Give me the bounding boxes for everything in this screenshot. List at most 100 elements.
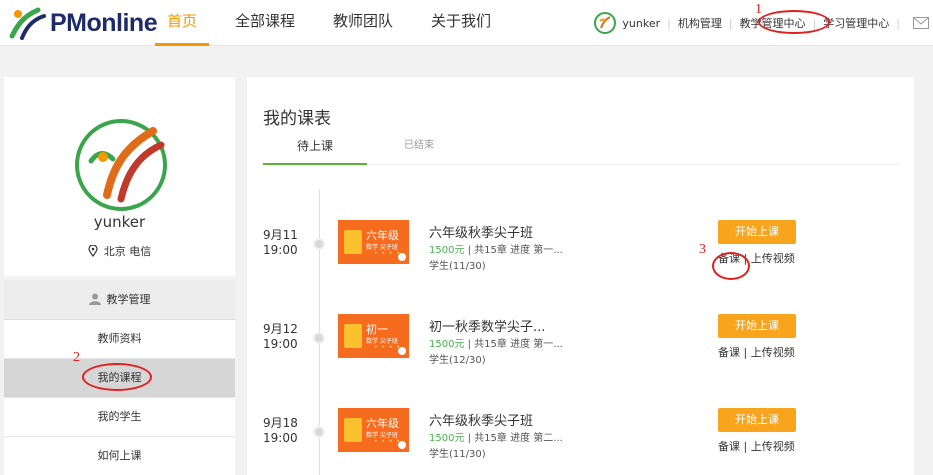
divider: |	[740, 440, 751, 453]
home-icon	[398, 347, 406, 355]
sidebar-item-teacher-profile[interactable]: 教师资料	[4, 320, 235, 359]
profile-avatar-logo[interactable]	[73, 117, 169, 213]
thumbnail-grade: 六年级	[366, 229, 399, 242]
timeline-dot	[313, 332, 325, 344]
divider: |	[896, 16, 900, 30]
nav-about[interactable]: 关于我们	[419, 0, 503, 46]
profile-location: 北京 电信	[4, 243, 235, 259]
sidebar-item-my-students[interactable]: 我的学生	[4, 398, 235, 437]
thumbnail-dots: • • • •	[374, 250, 401, 257]
prepare-lesson-link[interactable]: 备课	[718, 440, 740, 453]
nav-teachers[interactable]: 教师团队	[321, 0, 405, 46]
thumbnail-dots: • • • •	[374, 438, 401, 445]
start-class-button[interactable]: 开始上课	[718, 408, 796, 432]
top-header: PMonline 首页 全部课程 教师团队 关于我们 yunker | 机构管理…	[0, 0, 933, 46]
user-avatar-icon[interactable]	[594, 12, 617, 34]
course-row: 9月12 19:00 初一 数学 尖子班 • • • • 初一秋季数学尖子...…	[247, 314, 914, 374]
org-management-link[interactable]: 机构管理	[678, 15, 722, 31]
main-nav: 首页 全部课程 教师团队 关于我们	[155, 0, 517, 46]
divider: |	[728, 16, 733, 30]
annotation-number-3: 3	[699, 242, 706, 257]
start-class-button[interactable]: 开始上课	[718, 314, 796, 338]
upload-video-link[interactable]: 上传视频	[751, 346, 795, 359]
course-students: 学生(12/30)	[429, 355, 486, 366]
profile-location-text: 北京 电信	[103, 245, 152, 258]
thumbnail-grade: 初一	[366, 323, 388, 336]
course-date: 9月12	[263, 322, 298, 336]
tab-upcoming[interactable]: 待上课	[263, 132, 367, 165]
user-name[interactable]: yunker	[622, 17, 660, 30]
course-thumbnail[interactable]: 六年级 数学 尖子班 • • • •	[338, 408, 409, 452]
timeline-dot	[313, 426, 325, 438]
course-price: 1500元	[429, 339, 465, 350]
course-actions: 备课 | 上传视频	[718, 250, 795, 266]
course-thumbnail[interactable]: 初一 数学 尖子班 • • • •	[338, 314, 409, 358]
mail-icon[interactable]	[913, 17, 929, 29]
course-date: 9月11	[263, 228, 298, 242]
course-name[interactable]: 六年级秋季尖子班	[429, 222, 533, 241]
nav-home[interactable]: 首页	[155, 0, 210, 46]
book-icon	[344, 230, 362, 254]
teaching-center-link[interactable]: 教学管理中心	[740, 15, 806, 31]
learning-center-link[interactable]: 学习管理中心	[823, 15, 889, 31]
location-pin-icon	[88, 244, 98, 258]
profile-name: yunker	[93, 213, 146, 231]
sidebar-menu-header: 教学管理	[4, 280, 235, 320]
course-datetime: 9月11 19:00	[263, 228, 298, 258]
upload-video-link[interactable]: 上传视频	[751, 252, 795, 265]
course-datetime: 9月12 19:00	[263, 322, 298, 352]
course-progress: | 共15章 进度 第一...	[464, 339, 563, 350]
schedule-panel: 我的课表 待上课 已结束 9月11 19:00 六年级 数学 尖子班 • • •…	[247, 77, 914, 475]
sidebar-item-my-courses[interactable]: 我的课程	[4, 359, 235, 398]
logo-text: PMonline	[50, 8, 158, 37]
start-class-button[interactable]: 开始上课	[718, 220, 796, 244]
course-meta: 1500元 | 共15章 进度 第一...	[429, 241, 563, 256]
timeline-dot	[313, 238, 325, 250]
prepare-lesson-link[interactable]: 备课	[718, 252, 740, 265]
thumbnail-grade: 六年级	[366, 417, 399, 430]
course-time: 19:00	[263, 243, 298, 257]
divider: |	[740, 252, 751, 265]
course-time: 19:00	[263, 431, 298, 445]
home-icon	[398, 253, 406, 261]
course-datetime: 9月18 19:00	[263, 416, 298, 446]
course-time: 19:00	[263, 337, 298, 351]
sidebar-menu: 教学管理 教师资料 我的课程 我的学生 如何上课	[4, 280, 235, 475]
course-meta: 1500元 | 共15章 进度 第二...	[429, 429, 563, 444]
divider: |	[812, 16, 817, 30]
user-icon	[88, 293, 101, 305]
course-name[interactable]: 六年级秋季尖子班	[429, 410, 533, 429]
course-actions: 备课 | 上传视频	[718, 438, 795, 454]
course-row: 9月18 19:00 六年级 数学 尖子班 • • • • 六年级秋季尖子班 1…	[247, 408, 914, 468]
course-progress: | 共15章 进度 第二...	[464, 433, 563, 444]
user-area: yunker | 机构管理 | 教学管理中心 | 学习管理中心 |	[594, 0, 933, 46]
course-students: 学生(11/30)	[429, 449, 486, 460]
home-icon	[398, 441, 406, 449]
page-title: 我的课表	[263, 109, 331, 129]
course-actions: 备课 | 上传视频	[718, 344, 795, 360]
course-name[interactable]: 初一秋季数学尖子...	[429, 316, 545, 335]
book-icon	[344, 418, 362, 442]
divider: |	[667, 16, 671, 30]
course-students: 学生(11/30)	[429, 261, 486, 272]
site-logo[interactable]: PMonline	[8, 6, 158, 40]
schedule-tabs: 待上课 已结束	[263, 132, 899, 165]
sidebar-menu-header-label: 教学管理	[106, 293, 151, 306]
course-price: 1500元	[429, 433, 465, 444]
profile-card: yunker 北京 电信	[4, 77, 235, 276]
divider: |	[740, 346, 751, 359]
tab-finished[interactable]: 已结束	[399, 132, 439, 165]
course-row: 9月11 19:00 六年级 数学 尖子班 • • • • 六年级秋季尖子班 1…	[247, 220, 914, 280]
annotation-number-2: 2	[73, 350, 80, 365]
nav-all-courses[interactable]: 全部课程	[223, 0, 307, 46]
logo-icon	[9, 7, 46, 40]
sidebar-item-how-to-teach[interactable]: 如何上课	[4, 437, 235, 475]
prepare-lesson-link[interactable]: 备课	[718, 346, 740, 359]
course-date: 9月18	[263, 416, 298, 430]
book-icon	[344, 324, 362, 348]
thumbnail-dots: • • • •	[374, 344, 401, 351]
upload-video-link[interactable]: 上传视频	[751, 440, 795, 453]
course-meta: 1500元 | 共15章 进度 第一...	[429, 335, 563, 350]
course-thumbnail[interactable]: 六年级 数学 尖子班 • • • •	[338, 220, 409, 264]
course-price: 1500元	[429, 245, 465, 256]
